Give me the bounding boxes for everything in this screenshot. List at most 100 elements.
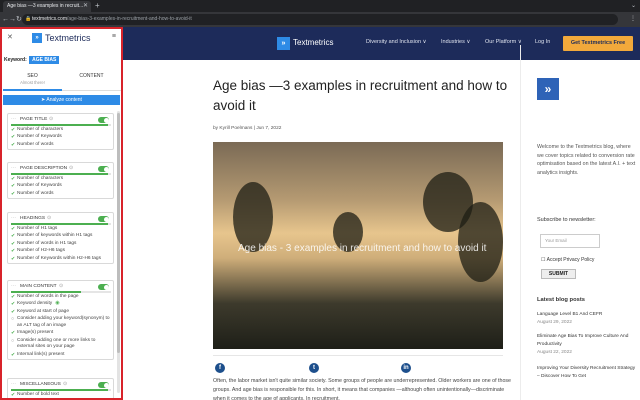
- check-item-label: Number of characters: [17, 126, 64, 132]
- check-item-label: Number of words in H1 tags: [17, 240, 77, 246]
- browser-menu-icon[interactable]: ⋮: [630, 12, 636, 27]
- check-item: ○ Consider adding your keyword(synonym) t…: [8, 316, 113, 330]
- section-toggle[interactable]: [98, 166, 109, 172]
- email-field[interactable]: Your Email: [540, 234, 600, 248]
- post-title: Language Level B1 And CEFR: [537, 312, 603, 317]
- analyze-label: Analyze content: [46, 97, 82, 103]
- close-icon[interactable]: ✕: [7, 33, 13, 41]
- check-item: ✔ Number of words in H1 tags: [8, 240, 113, 248]
- check-item: ✔ Number of characters: [8, 126, 113, 134]
- section-header[interactable]: ⋯ MAIN CONTENT ⊙: [8, 281, 113, 293]
- check-icon: ✔: [11, 233, 16, 239]
- section-headings: ⋯ HEADINGS ⊙ ✔ Number of H1 tags ✔ Number of k…: [7, 212, 114, 264]
- tab-label: SEO: [27, 73, 38, 79]
- check-item-label: Keyword density: [17, 301, 53, 306]
- browser-tab[interactable]: Age bias —3 examples in recruit... ✕: [3, 1, 91, 12]
- section-title: MAIN CONTENT: [20, 284, 57, 289]
- check-item: ✔ Number of words in the page: [8, 293, 113, 301]
- chevron-down-icon[interactable]: ⌄: [631, 0, 636, 12]
- circle-icon: ○: [11, 316, 15, 322]
- scrollbar[interactable]: [117, 111, 120, 393]
- check-item: ✔ Internal link(s) present: [8, 351, 113, 359]
- info-icon[interactable]: ⊙: [59, 284, 63, 289]
- facebook-share-icon[interactable]: f: [215, 363, 225, 373]
- check-icon: ✔: [11, 255, 16, 262]
- tab-content[interactable]: CONTENT: [62, 67, 121, 91]
- check-icon: ✔: [11, 248, 16, 254]
- section-main-content: ⋯ MAIN CONTENT ⊙ ✔ Number of words in the pa…: [7, 280, 114, 360]
- menu-icon[interactable]: ≡: [112, 33, 116, 40]
- analyze-content-button[interactable]: ➤ Analyze content: [3, 95, 120, 105]
- section-miscellaneous: ⋯ MISCELLANEOUS ⊙ ✔ Number of bold text: [7, 378, 114, 398]
- check-item-label: Keyword at start of page: [17, 308, 69, 314]
- section-header[interactable]: ⋯ HEADINGS ⊙: [8, 213, 113, 225]
- tab-seo[interactable]: SEO Almost there!: [3, 67, 62, 91]
- tab-sub: Almost there!: [20, 80, 45, 85]
- section-header[interactable]: ⋯ MISCELLANEOUS ⊙: [8, 379, 113, 391]
- check-item: ✔ Keyword at start of page: [8, 308, 113, 316]
- blog-sidebar: » Welcome to the Textmetrics blog, where…: [520, 45, 640, 400]
- latest-posts-heading: Latest blog posts: [537, 297, 585, 303]
- back-icon[interactable]: ←: [2, 12, 9, 27]
- twitter-share-icon[interactable]: t: [309, 363, 319, 373]
- keyword-badge[interactable]: AGE BIAS: [29, 56, 60, 64]
- section-title: MISCELLANEOUS: [20, 382, 61, 387]
- check-item: ○ Consider adding one or more links to ex…: [8, 337, 113, 351]
- post-date: August 22, 2022: [537, 350, 572, 355]
- blog-post-link[interactable]: Language Level B1 And CEFR August 29, 20…: [537, 311, 637, 327]
- submit-button[interactable]: SUBMIT: [541, 269, 576, 279]
- nav-platform[interactable]: Our Platform ∨: [485, 39, 522, 45]
- close-icon[interactable]: ✕: [83, 1, 88, 12]
- section-title: HEADINGS: [20, 216, 46, 221]
- check-icon: ✔: [11, 330, 16, 336]
- section-toggle[interactable]: [98, 284, 109, 290]
- check-item: ✔ Number of Keywords: [8, 134, 113, 142]
- drag-handle-icon[interactable]: ⋯: [11, 165, 16, 171]
- scrollbar-thumb[interactable]: [117, 113, 120, 353]
- address-bar[interactable]: 🔒 textmetrics.com/age-bias-3-examples-in…: [22, 14, 618, 25]
- eye-icon[interactable]: ◉: [55, 301, 59, 308]
- forward-icon[interactable]: →: [9, 12, 16, 27]
- blog-post-link[interactable]: Eliminate Age Bias To Improve Culture An…: [537, 333, 637, 357]
- nav-industries[interactable]: Industries ∨: [441, 39, 470, 45]
- check-item-label: Number of Keywords: [17, 134, 62, 139]
- drag-handle-icon[interactable]: ⋯: [11, 215, 16, 221]
- site-logo[interactable]: » Textmetrics: [277, 36, 333, 50]
- hero-caption: Age bias - 3 examples in recruitment and…: [238, 243, 487, 254]
- check-icon: ✔: [11, 225, 16, 232]
- linkedin-share-icon[interactable]: in: [401, 363, 411, 373]
- section-toggle[interactable]: [98, 216, 109, 222]
- check-icon: ✔: [11, 183, 16, 189]
- check-item-label: Image(s) present: [17, 330, 54, 335]
- check-icon: ✔: [11, 126, 16, 133]
- article-byline: by Kyrill Poelmans | Jun 7, 2022: [213, 126, 282, 131]
- section-toggle[interactable]: [98, 382, 109, 388]
- info-icon[interactable]: ⊙: [63, 382, 67, 387]
- drag-handle-icon[interactable]: ⋯: [11, 283, 16, 289]
- drag-handle-icon[interactable]: ⋯: [11, 116, 16, 122]
- sidebar-logo-icon: »: [537, 78, 559, 100]
- new-tab-icon[interactable]: +: [95, 0, 100, 12]
- browser-tabbar: Age bias —3 examples in recruit... ✕ + ⌄: [0, 0, 640, 12]
- reload-icon[interactable]: ↻: [16, 12, 22, 27]
- privacy-checkbox[interactable]: ☐ Accept Privacy Policy: [541, 257, 594, 263]
- section-header[interactable]: ⋯ PAGE DESCRIPTION ⊙: [8, 163, 113, 175]
- info-icon[interactable]: ⊙: [69, 166, 73, 171]
- keyword-row: Keyword: AGE BIAS: [4, 56, 60, 64]
- check-item-label: Number of words: [17, 141, 54, 147]
- privacy-label: Accept Privacy Policy: [546, 257, 595, 263]
- nav-diversity[interactable]: Diversity and Inclusion ∨: [366, 39, 427, 45]
- check-item: ✔ Number of Keywords within H2-H6 tags: [8, 255, 113, 263]
- divider: [213, 355, 503, 356]
- section-header[interactable]: ⋯ PAGE TITLE ⊙: [8, 114, 113, 126]
- info-icon[interactable]: ⊙: [49, 117, 53, 122]
- subscribe-label: Subscribe to newsletter:: [537, 217, 596, 223]
- check-item-label: Consider adding your keyword(synonym) to…: [17, 316, 110, 328]
- info-icon[interactable]: ⊙: [47, 216, 51, 221]
- section-toggle[interactable]: [98, 117, 109, 123]
- check-item-label: Internal link(s) present: [17, 351, 65, 357]
- drag-handle-icon[interactable]: ⋯: [11, 381, 16, 387]
- post-title: Eliminate Age Bias To Improve Culture An…: [537, 334, 629, 347]
- blog-post-link[interactable]: Improving Your Diversity Recruitment Str…: [537, 365, 637, 381]
- check-item: ✔ Number of bold text: [8, 391, 113, 398]
